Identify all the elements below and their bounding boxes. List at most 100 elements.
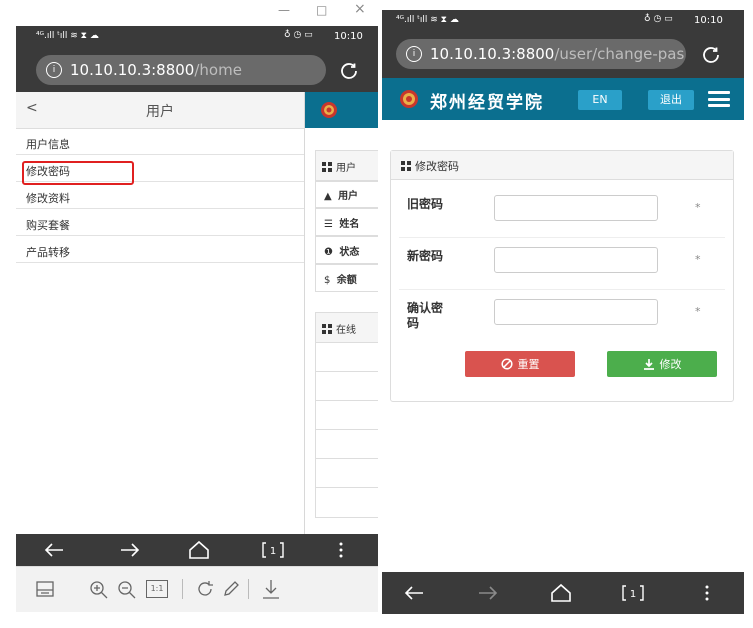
panel-header: 修改密码 [391, 151, 733, 180]
left-phone-screen: — □ × ⁴ᴳ.ıll ᵗıll ≋ ⧗ ☁ ♁ ◷ ▭ 10:10 i 10… [16, 0, 378, 612]
school-logo-icon [321, 102, 337, 118]
tabs-icon[interactable]: 1 [262, 542, 284, 558]
toolbar-divider [248, 579, 249, 599]
menu-label: 购买套餐 [26, 219, 70, 232]
back-arrow-icon[interactable] [44, 542, 64, 558]
change-password-panel: 修改密码 旧密码 * 新密码 * 确认密码 * 重置 修改 [390, 150, 734, 402]
svg-text:1: 1 [270, 546, 276, 557]
save-icon[interactable] [36, 581, 54, 597]
info-icon[interactable]: i [46, 62, 62, 78]
row-text: 姓名 [339, 219, 360, 230]
more-icon[interactable] [338, 542, 344, 558]
menu-item-user-info[interactable]: 用户信息 [16, 128, 304, 155]
menu-label: 产品转移 [26, 246, 70, 259]
close-button[interactable]: × [354, 1, 366, 17]
required-mark: * [695, 201, 701, 214]
divider [399, 237, 725, 238]
forward-arrow-icon[interactable] [120, 542, 140, 558]
browser-toolbar: i 10.10.10.3:8800/user/change-pas [382, 32, 744, 78]
table-row [315, 458, 378, 489]
clock: 10:10 [694, 15, 723, 26]
back-arrow-icon[interactable] [404, 585, 424, 601]
panel-header-peek: 在线 [315, 312, 378, 344]
page-header-peek [305, 92, 378, 128]
home-icon[interactable] [188, 540, 210, 560]
address-bar[interactable]: i 10.10.10.3:8800/user/change-pas [396, 39, 686, 69]
info-row: $ 余额 [315, 264, 378, 292]
highlight-box [22, 161, 134, 185]
ban-icon [500, 358, 513, 370]
info-row: ▲ 用户 [315, 180, 378, 208]
download-icon[interactable] [262, 579, 280, 599]
panel-header-peek: 用户 [315, 150, 378, 182]
row-text: 状态 [339, 247, 360, 258]
download-icon [643, 359, 654, 370]
status-bar: ⁴ᴳ.ıll ᵗıll ≋ ⧗ ☁ ♁ ◷ ▭ 10:10 [382, 10, 744, 32]
status-bar: ⁴ᴳ.ıll ᵗıll ≋ ⧗ ☁ ♁ ◷ ▭ 10:10 [16, 26, 378, 48]
minimize-button[interactable]: — [278, 3, 290, 17]
confirm-password-input[interactable] [494, 299, 658, 325]
site-name: 郑州经贸学院 [430, 93, 544, 113]
zoom-in-icon[interactable] [90, 581, 108, 599]
address-bar[interactable]: i 10.10.10.3:8800/home [36, 55, 326, 85]
submit-label: 修改 [659, 358, 682, 371]
right-phone-screen: ⁴ᴳ.ıll ᵗıll ≋ ⧗ ☁ ♁ ◷ ▭ 10:10 i 10.10.10… [382, 10, 744, 614]
clock: 10:10 [334, 31, 363, 42]
site-header: 郑州经贸学院 EN 退出 [382, 78, 744, 120]
more-icon[interactable] [704, 585, 710, 601]
menu-label: 修改资料 [26, 192, 70, 205]
url-host: 10.10.10.3:8800 [70, 61, 195, 79]
required-mark: * [695, 253, 701, 266]
reset-button[interactable]: 重置 [465, 351, 575, 377]
window-titlebar: — □ × [16, 0, 378, 26]
forward-arrow-icon[interactable] [478, 585, 498, 601]
table-row [315, 342, 378, 373]
menu-item-product-transfer[interactable]: 产品转移 [16, 236, 304, 263]
table-row [315, 429, 378, 460]
actual-size-button[interactable]: 1:1 [146, 580, 168, 598]
viewer-toolbar: 1:1 [16, 566, 378, 612]
menu-item-buy-plan[interactable]: 购买套餐 [16, 209, 304, 236]
submit-button[interactable]: 修改 [607, 351, 717, 377]
dollar-icon: $ [324, 275, 331, 286]
back-icon[interactable]: < [26, 100, 38, 116]
menu-item-edit-profile[interactable]: 修改资料 [16, 182, 304, 209]
new-password-input[interactable] [494, 247, 658, 273]
rotate-icon[interactable] [196, 580, 214, 598]
browser-toolbar: i 10.10.10.3:8800/home [16, 48, 378, 92]
reload-icon[interactable] [338, 60, 360, 82]
system-icons: ♁ ◷ ▭ [284, 30, 313, 40]
reload-icon[interactable] [700, 44, 722, 66]
old-password-label: 旧密码 [407, 197, 444, 211]
list-icon: ☰ [324, 219, 333, 230]
divider [399, 289, 725, 290]
school-logo-icon [400, 90, 418, 108]
info-icon[interactable]: i [406, 46, 422, 62]
old-password-input[interactable] [494, 195, 658, 221]
table-row [315, 371, 378, 402]
grid-icon [322, 324, 332, 334]
toolbar-divider [182, 579, 183, 599]
user-icon: ▲ [324, 191, 332, 202]
menu-label: 用户信息 [26, 138, 70, 151]
info-row: ❶ 状态 [315, 236, 378, 264]
info-circle-icon: ❶ [324, 247, 333, 258]
grid-icon [401, 161, 411, 171]
edit-icon[interactable] [222, 580, 240, 598]
tab-count: 1 [630, 589, 636, 600]
hamburger-menu-icon[interactable] [708, 91, 730, 107]
user-drawer: 用户 < 用户信息 修改密码 修改资料 购买套餐 产品转移 [16, 92, 305, 534]
table-row [315, 487, 378, 518]
zoom-out-icon[interactable] [118, 581, 136, 599]
bottom-nav: 1 [382, 572, 744, 614]
home-icon[interactable] [550, 583, 572, 603]
maximize-button[interactable]: □ [316, 3, 327, 17]
logout-button[interactable]: 退出 [648, 90, 694, 110]
signal-icons: ⁴ᴳ.ıll ᵗıll ≋ ⧗ ☁ [36, 31, 99, 41]
signal-icons: ⁴ᴳ.ıll ᵗıll ≋ ⧗ ☁ [396, 15, 459, 25]
panel-title: 在线 [336, 325, 356, 336]
new-password-label: 新密码 [407, 249, 444, 263]
background-page: 用户 ▲ 用户 ☰ 姓名 ❶ 状态 $ 余额 在线 [305, 92, 378, 534]
tabs-icon[interactable]: 1 [622, 585, 644, 601]
language-button[interactable]: EN [578, 90, 622, 110]
